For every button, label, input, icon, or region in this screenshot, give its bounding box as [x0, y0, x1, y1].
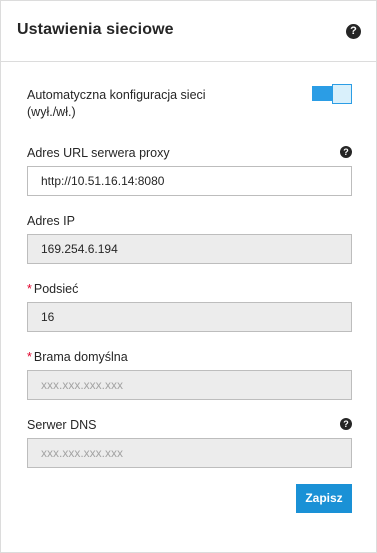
ip-address-value: 169.254.6.194	[41, 242, 118, 256]
auto-config-label-text: Automatyczna konfiguracja sieci	[27, 88, 206, 102]
subnet-label-text: Podsieć	[33, 282, 79, 296]
dns-server-input[interactable]: xxx.xxx.xxx.xxx	[27, 438, 352, 468]
proxy-url-value: http://10.51.16.14:8080	[41, 174, 165, 188]
auto-config-sublabel: (wył./wł.)	[27, 105, 76, 119]
subnet-field: 16	[27, 302, 352, 332]
save-button[interactable]: Zapisz	[296, 484, 352, 513]
network-settings-panel: Ustawienia sieciowe ? Automatyczna konfi…	[0, 0, 377, 553]
gateway-label-text: Brama domyślna	[33, 350, 128, 364]
panel-header: Ustawienia sieciowe ?	[1, 1, 376, 62]
dns-placeholder: xxx.xxx.xxx.xxx	[41, 446, 124, 460]
auto-config-toggle[interactable]	[312, 84, 352, 104]
required-mark: *	[27, 282, 32, 296]
panel-title: Ustawienia sieciowe	[17, 21, 174, 38]
proxy-url-input[interactable]: http://10.51.16.14:8080	[27, 166, 352, 196]
auto-config-label: Automatyczna konfiguracja sieci (wył./wł…	[27, 87, 287, 121]
dns-help-icon[interactable]: ?	[340, 418, 352, 430]
ip-address-field: 169.254.6.194	[27, 234, 352, 264]
toggle-knob	[332, 84, 352, 104]
subnet-label: * Podsieć	[27, 282, 78, 296]
proxy-url-label: Adres URL serwera proxy	[27, 146, 170, 160]
subnet-value: 16	[41, 310, 55, 324]
help-icon[interactable]: ?	[346, 24, 361, 39]
proxy-help-icon[interactable]: ?	[340, 146, 352, 158]
ip-address-label: Adres IP	[27, 214, 75, 228]
gateway-input[interactable]: xxx.xxx.xxx.xxx	[27, 370, 352, 400]
gateway-placeholder: xxx.xxx.xxx.xxx	[41, 378, 124, 392]
gateway-label: * Brama domyślna	[27, 350, 128, 364]
dns-server-label: Serwer DNS	[27, 418, 97, 432]
required-mark: *	[27, 350, 32, 364]
